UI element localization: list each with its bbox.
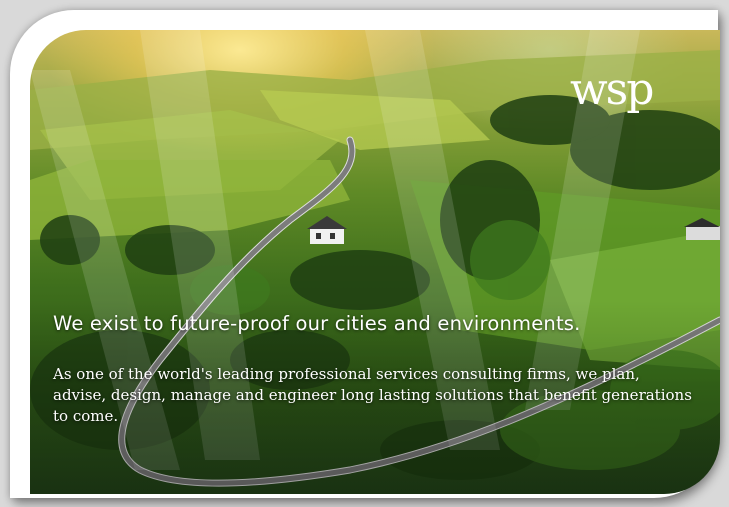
house-shape: [307, 216, 347, 244]
hero-headline: We exist to future-proof our cities and …: [53, 312, 581, 335]
hero-body-text: As one of the world's leading profession…: [53, 365, 692, 425]
wsp-logo: wsp: [570, 64, 654, 115]
